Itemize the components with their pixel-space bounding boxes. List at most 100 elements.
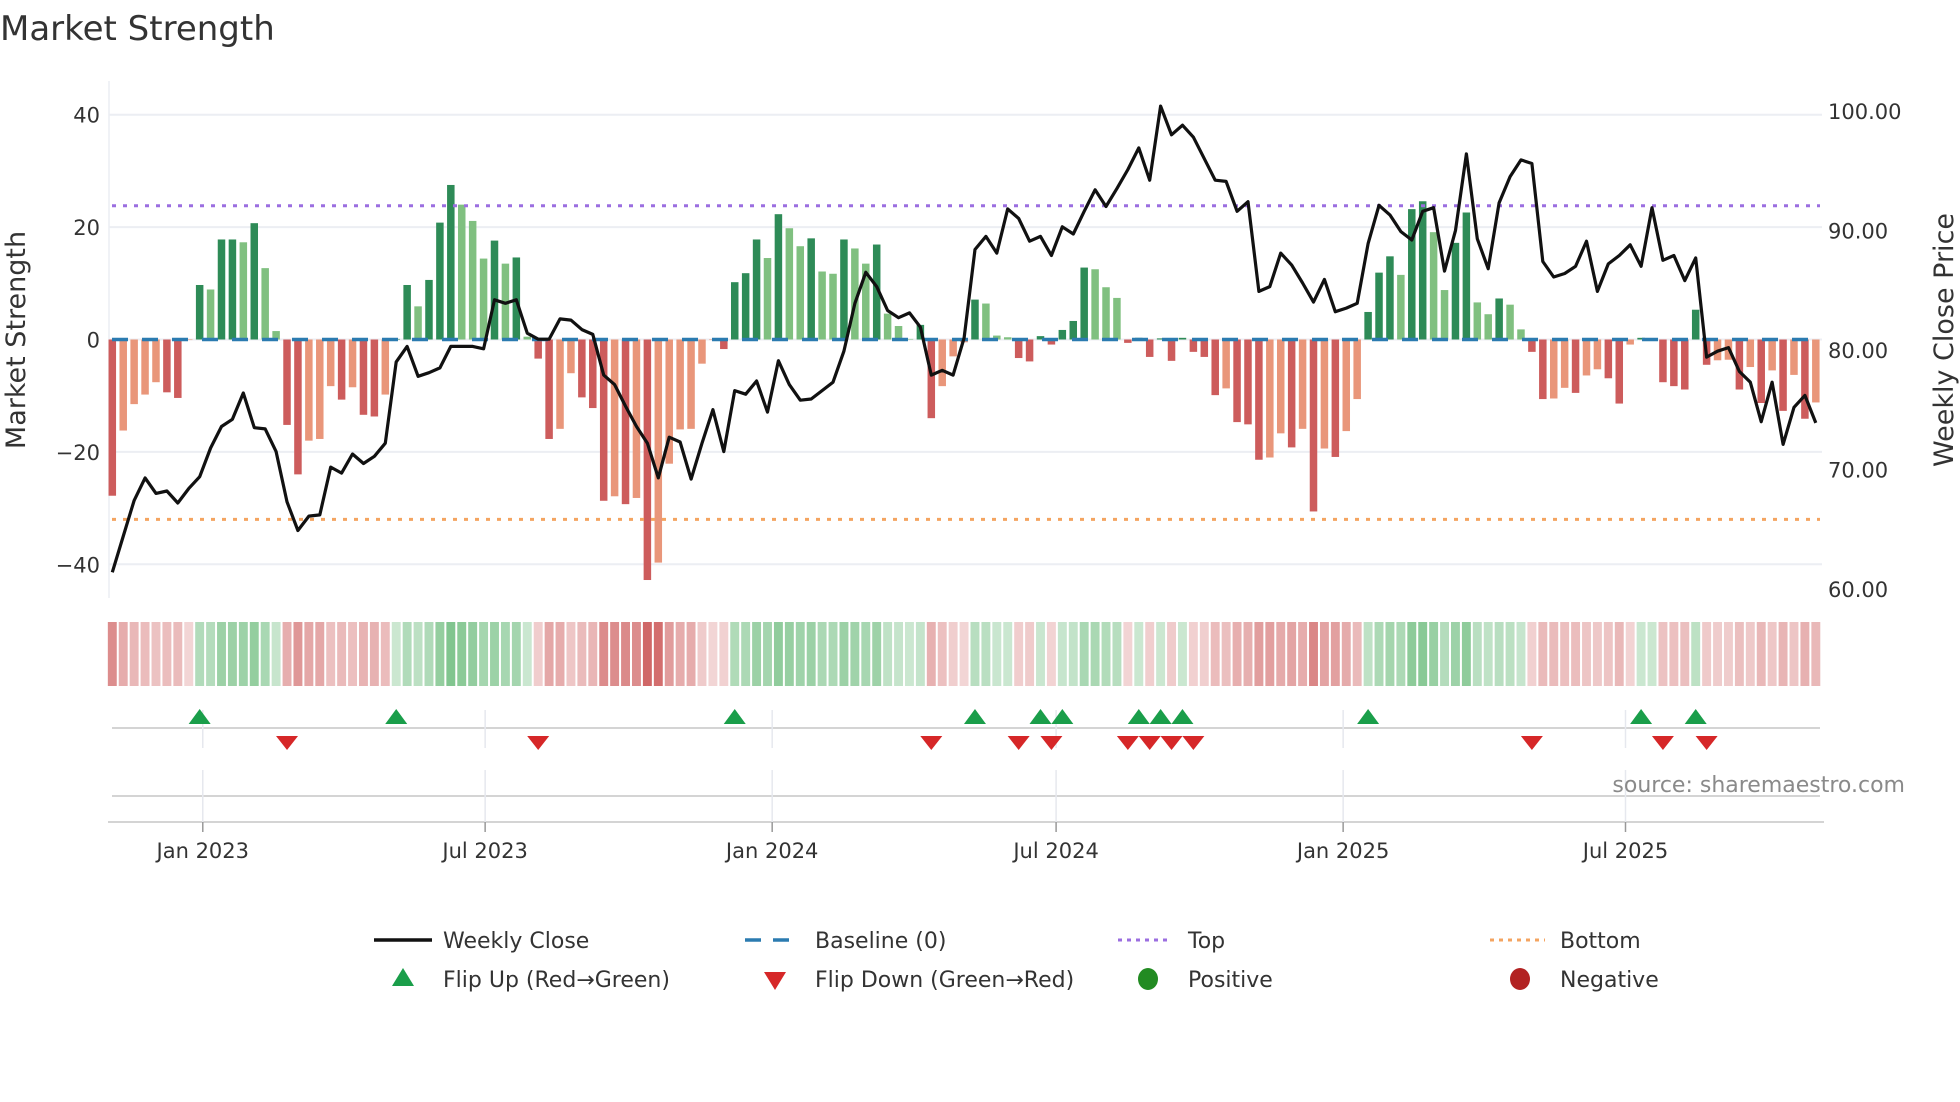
heat-strip-cell xyxy=(1309,622,1318,686)
heat-strip-cell xyxy=(402,622,412,686)
heat-strip-cell xyxy=(1101,622,1111,686)
x-tick-label: Jan 2024 xyxy=(724,839,819,863)
x-tick-label: Jul 2023 xyxy=(440,839,527,863)
heat-strip-cell xyxy=(872,622,882,686)
flip-down-marker xyxy=(276,736,299,750)
heat-strip-cell xyxy=(1429,622,1439,686)
flip-down-marker xyxy=(1007,736,1030,750)
heat-strip-cell xyxy=(1461,622,1471,686)
strength-bar xyxy=(883,313,892,340)
heat-strip-cell xyxy=(1036,622,1045,686)
strength-bar xyxy=(818,271,826,340)
heat-strip-cell xyxy=(1745,622,1755,686)
flip-up-marker xyxy=(1357,709,1380,724)
heat-strip-cell xyxy=(981,622,991,686)
strength-bar xyxy=(774,214,783,340)
heat-strip-cell xyxy=(1811,622,1821,686)
heat-strip-cell xyxy=(413,622,423,686)
heat-strip-cell xyxy=(490,622,499,686)
heat-strip-cell xyxy=(653,622,663,686)
heat-strip-cell xyxy=(282,622,292,686)
heat-strip-cell xyxy=(1483,622,1493,686)
heat-strip-cell xyxy=(926,622,936,686)
heat-strip-cell xyxy=(1756,622,1766,686)
heat-strip-cell xyxy=(522,622,532,686)
heat-strip-cell xyxy=(566,622,576,686)
strength-bar xyxy=(1582,339,1591,376)
heat-strip-cell xyxy=(697,622,707,686)
heat-strip-cell xyxy=(763,622,772,686)
heat-strip-cell xyxy=(380,622,390,686)
strength-bar xyxy=(971,299,979,340)
heat-strip-cell xyxy=(1560,622,1570,686)
strength-bar xyxy=(1681,339,1689,390)
strength-bar xyxy=(414,306,422,340)
strength-bar xyxy=(1386,256,1394,340)
strength-bar xyxy=(1113,297,1121,340)
flip-down-marker xyxy=(1651,736,1674,750)
legend-item-baseline: Baseline (0) xyxy=(745,929,946,954)
strength-bar xyxy=(1058,329,1067,340)
heat-strip-cell xyxy=(773,622,783,686)
heat-strip-cell xyxy=(1003,622,1013,686)
strength-bar xyxy=(217,239,226,340)
flip-up-marker xyxy=(1051,709,1074,724)
strength-bar xyxy=(195,284,204,340)
strength-bar xyxy=(578,339,586,398)
heat-strip-cell xyxy=(894,622,903,686)
heat-strip-cell xyxy=(1647,622,1657,686)
heat-strip-cell xyxy=(1265,622,1275,686)
heat-strip-cell xyxy=(686,622,696,686)
heat-strip-cell xyxy=(1713,622,1722,686)
heat-strip-cell xyxy=(599,622,609,686)
heat-strip-cell xyxy=(129,622,139,686)
strength-bar xyxy=(261,268,269,340)
right-axis-title: Weekly Close Price xyxy=(1929,213,1960,467)
heat-strip-cell xyxy=(959,622,969,686)
heat-strip-cell xyxy=(173,622,183,686)
heat-strip-cell xyxy=(348,622,357,686)
strength-bar xyxy=(1812,339,1820,403)
heat-strip-cell xyxy=(850,622,860,686)
heat-strip-cell xyxy=(544,622,554,686)
heat-strip-cell xyxy=(1734,622,1744,686)
circle-icon xyxy=(1510,968,1530,990)
strength-bar xyxy=(556,339,564,429)
heat-strip-cell xyxy=(1418,622,1428,686)
heat-strip-cell xyxy=(1123,622,1133,686)
flip-up-marker xyxy=(1171,709,1194,724)
heat-strip-cell xyxy=(839,622,849,686)
x-tick-label: Jul 2024 xyxy=(1011,839,1098,863)
heat-strip-cell xyxy=(1691,622,1701,686)
heat-strip-cell xyxy=(1396,622,1406,686)
strength-bar xyxy=(1691,309,1700,340)
heat-strip-cell xyxy=(479,622,489,686)
legend-item-positive: Positive xyxy=(1138,968,1273,993)
strength-bar xyxy=(425,279,433,340)
heat-strip-cell xyxy=(1046,622,1056,686)
heat-strip-cell xyxy=(708,622,718,686)
heat-strip-cell xyxy=(555,622,565,686)
strength-bar xyxy=(1429,232,1438,340)
strength-bar xyxy=(1440,290,1449,340)
heat-strip-cell xyxy=(1374,622,1384,686)
strength-bar xyxy=(1331,339,1340,457)
legend-item-top: Top xyxy=(1118,929,1225,954)
right-axis-ticks: 100.00 90.00 80.00 70.00 60.00 xyxy=(1828,100,1901,602)
heat-strip-cell xyxy=(1592,622,1602,686)
heat-strip-cell xyxy=(1724,622,1733,686)
heat-strip-cell xyxy=(741,622,751,686)
heat-strip-cell xyxy=(500,622,510,686)
strength-bar xyxy=(523,336,532,340)
strength-bar xyxy=(938,339,946,387)
right-tick-label: 100.00 xyxy=(1828,100,1901,124)
heat-strip-cell xyxy=(610,622,620,686)
heat-strip-cell xyxy=(435,622,445,686)
flip-up-marker xyxy=(188,709,211,724)
strength-bar xyxy=(1779,339,1787,411)
heat-strip-cell xyxy=(1789,622,1799,686)
strength-bar xyxy=(1528,339,1536,352)
legend-item-weekly-close: Weekly Close xyxy=(374,929,589,954)
strength-bar xyxy=(1495,298,1503,340)
strength-bar xyxy=(1178,337,1187,340)
